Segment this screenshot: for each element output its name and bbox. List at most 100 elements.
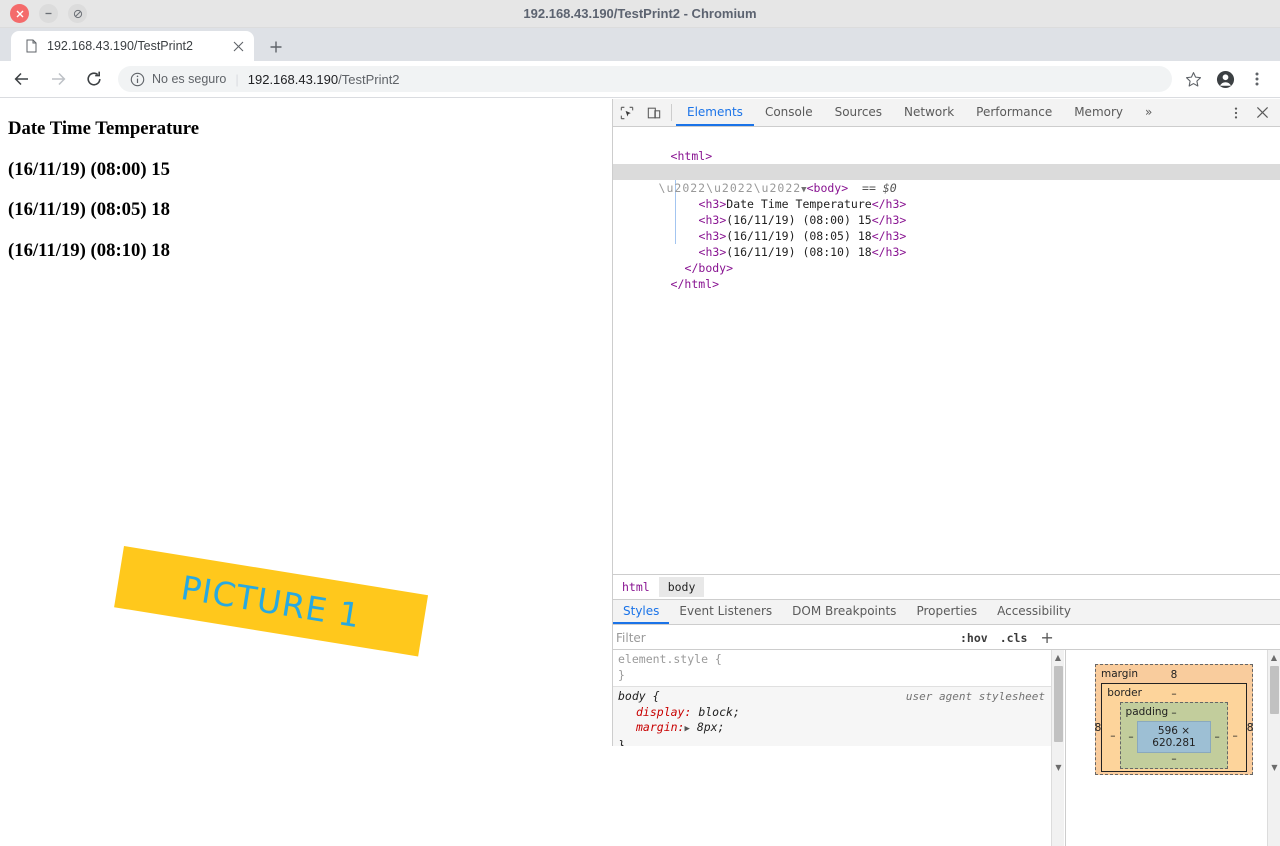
style-rule-body[interactable]: body { user agent stylesheet display: bl… — [613, 686, 1051, 746]
devtools-tab-memory[interactable]: Memory — [1063, 99, 1134, 126]
dom-node-h3[interactable]: <h3>(16/11/19) (08:10) 18</h3> — [613, 228, 1280, 259]
style-declaration-margin[interactable]: margin:▶ 8px; — [618, 720, 1046, 738]
devtools-tab-label: Console — [764, 104, 813, 119]
body-rule-close-brace: } — [618, 737, 625, 747]
box-model-border-top[interactable]: border – — [1106, 687, 1241, 702]
box-model-border-left-value[interactable]: – — [1106, 730, 1119, 742]
new-tab-button[interactable] — [264, 35, 288, 59]
cls-toggle-button[interactable]: .cls — [1000, 631, 1028, 645]
box-model-padding-top-value[interactable]: – — [1171, 707, 1176, 719]
sidebar-tab-accessibility[interactable]: Accessibility — [987, 600, 1081, 624]
devtools-tab-overflow[interactable]: » — [1134, 99, 1163, 126]
dom-node-h3[interactable]: <h3>(16/11/19) (08:05) 18</h3> — [613, 212, 1280, 243]
box-model-padding-row: – 596 × 620.281 – — [1125, 721, 1224, 753]
plus-icon — [270, 41, 282, 53]
breadcrumb-item-html[interactable]: html — [613, 577, 659, 597]
devtools-close-button[interactable] — [1249, 106, 1276, 119]
profile-button[interactable] — [1212, 66, 1238, 92]
box-model-border-layer[interactable]: border – – padding – – 596 × 620.281 – –… — [1101, 683, 1247, 772]
box-model-pane-scrollbar[interactable]: ▲ ▼ — [1267, 650, 1280, 846]
address-bar[interactable]: No es seguro | 192.168.43.190/TestPrint2 — [118, 66, 1172, 92]
scroll-down-arrow-icon[interactable]: ▼ — [1052, 760, 1065, 774]
devtools-tab-elements[interactable]: Elements — [676, 99, 754, 126]
styles-pane-scrollbar[interactable]: ▲ ▼ — [1051, 650, 1064, 846]
css-property-name: display: — [636, 704, 692, 719]
browser-toolbar: No es seguro | 192.168.43.190/TestPrint2 — [0, 61, 1280, 98]
dom-node-head[interactable]: <head></head> — [613, 148, 1280, 179]
browser-tab[interactable]: 192.168.43.190/TestPrint2 — [11, 31, 254, 61]
box-model-margin-label: margin — [1101, 668, 1139, 680]
box-model-padding-top[interactable]: padding – — [1125, 706, 1224, 721]
window-maximize-button[interactable] — [68, 4, 87, 23]
box-model-margin-top[interactable]: margin 8 — [1100, 668, 1248, 683]
back-arrow-icon — [14, 72, 28, 86]
styles-filter-input[interactable] — [616, 628, 948, 647]
dom-node-body-close[interactable]: </body> — [613, 244, 1280, 275]
devtools-tab-label: Performance — [976, 104, 1053, 119]
page-favicon-icon — [23, 38, 39, 54]
dom-node-h3[interactable]: <h3>(16/11/19) (08:00) 15</h3> — [613, 196, 1280, 227]
box-model-margin-layer[interactable]: margin 8 8 border – – padding – – 596 × … — [1095, 664, 1253, 775]
sidebar-tab-dom-breakpoints[interactable]: DOM Breakpoints — [782, 600, 906, 624]
close-icon — [1256, 106, 1269, 119]
devtools-tab-sources[interactable]: Sources — [824, 99, 893, 126]
devtools-tab-network[interactable]: Network — [893, 99, 965, 126]
back-button[interactable] — [8, 65, 36, 93]
hov-toggle-button[interactable]: :hov — [960, 631, 988, 645]
scroll-down-arrow-icon[interactable]: ▼ — [1268, 760, 1280, 774]
devtools-tab-console[interactable]: Console — [754, 99, 824, 126]
inspect-element-button[interactable] — [613, 99, 640, 126]
box-model-content-size[interactable]: 596 × 620.281 — [1137, 721, 1211, 753]
box-model-padding-bottom-value[interactable]: – — [1125, 753, 1224, 766]
box-model-border-top-value[interactable]: – — [1171, 688, 1176, 700]
expand-triangle-icon[interactable]: ▶ — [684, 724, 689, 734]
reload-icon — [87, 71, 101, 86]
breadcrumb-item-body[interactable]: body — [658, 577, 705, 597]
box-model-padding-left-value[interactable]: – — [1125, 731, 1138, 743]
style-declaration-display[interactable]: display: block; — [618, 705, 1046, 721]
box-model-border-right-value[interactable]: – — [1228, 730, 1241, 742]
dom-breadcrumb: html body — [613, 574, 1280, 599]
devtools-settings-button[interactable] — [1222, 106, 1249, 120]
inspect-element-icon — [620, 106, 633, 119]
new-style-rule-button[interactable]: + — [1040, 629, 1053, 646]
css-property-name: margin: — [636, 720, 685, 734]
sidebar-tab-event-listeners[interactable]: Event Listeners — [669, 600, 782, 624]
sidebar-tab-styles[interactable]: Styles — [613, 600, 670, 624]
box-model-margin-top-value[interactable]: 8 — [1171, 669, 1178, 681]
reload-button[interactable] — [80, 65, 108, 93]
sidebar-tab-label: DOM Breakpoints — [792, 604, 897, 618]
window-close-button[interactable] — [10, 4, 29, 23]
forward-button[interactable] — [44, 65, 72, 93]
box-model-padding-right-value[interactable]: – — [1211, 731, 1224, 743]
scrollbar-thumb[interactable] — [1054, 666, 1063, 742]
dom-node-h3[interactable]: <h3>Date Time Temperature</h3> — [613, 180, 1280, 211]
scroll-up-arrow-icon[interactable]: ▲ — [1268, 650, 1280, 664]
devtools-tab-performance[interactable]: Performance — [965, 99, 1063, 126]
dom-node-html-open[interactable]: <html> — [613, 132, 1280, 163]
styles-rules-pane[interactable]: element.style { } body { user agent styl… — [613, 650, 1051, 746]
scroll-up-arrow-icon[interactable]: ▲ — [1052, 650, 1064, 664]
box-model-padding-layer[interactable]: padding – – 596 × 620.281 – – — [1119, 702, 1229, 769]
dom-node-body-selected[interactable]: \u2022\u2022\u2022▼<body> == $0 — [613, 164, 1280, 195]
maximize-icon — [73, 9, 82, 18]
close-icon — [16, 10, 23, 17]
box-model-margin-left-value[interactable]: 8 — [1095, 722, 1102, 734]
style-rule-element-style[interactable]: element.style { } — [613, 650, 1051, 686]
bookmark-button[interactable] — [1180, 66, 1206, 92]
dom-node-html-close[interactable]: </html> — [613, 260, 1280, 291]
page-heading-reading-3: (16/11/19) (08:10) 18 — [8, 240, 170, 262]
tab-close-button[interactable] — [230, 38, 246, 54]
sidebar-tab-properties[interactable]: Properties — [906, 600, 987, 624]
window-minimize-button[interactable] — [39, 4, 58, 23]
sidebar-tab-label: Styles — [623, 604, 660, 618]
browser-menu-button[interactable] — [1244, 66, 1270, 92]
site-info-icon[interactable] — [130, 72, 145, 87]
tab-title: 192.168.43.190/TestPrint2 — [47, 39, 193, 53]
scrollbar-thumb[interactable] — [1270, 666, 1279, 714]
device-toolbar-button[interactable] — [640, 99, 667, 126]
dom-tree[interactable]: <html> <head></head> \u2022\u2022\u2022▼… — [613, 128, 1280, 574]
style-origin-label[interactable]: user agent stylesheet — [906, 689, 1045, 705]
minimize-icon — [45, 12, 52, 15]
box-model-margin-right-value[interactable]: 8 — [1247, 722, 1254, 734]
